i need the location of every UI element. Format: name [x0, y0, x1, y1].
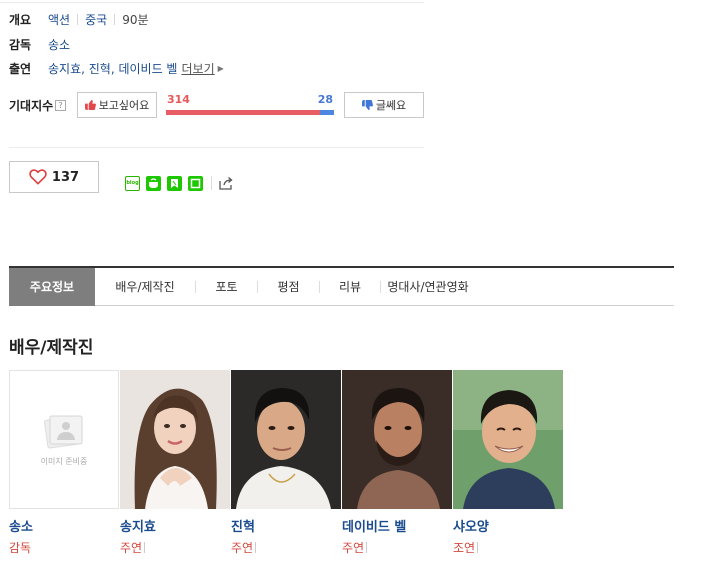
separator: [114, 13, 116, 25]
tab-main-info[interactable]: 주요정보: [9, 267, 95, 306]
thumbs-down-icon: [361, 100, 373, 110]
role-separator: [366, 542, 368, 553]
person-role: 주연: [342, 539, 453, 556]
cafe-share-icon[interactable]: [146, 175, 161, 191]
people-list: 이미지 준비중 송소 감독 송지효 주연 진혁 주연 데이비드 벨 주연 샤오양…: [9, 370, 564, 556]
person-role: 감독: [9, 539, 120, 556]
thumbs-up-icon: [84, 100, 96, 110]
section-divider: [9, 147, 424, 148]
want-bar-fill: [166, 110, 321, 115]
person-role-label: 감독: [9, 541, 32, 555]
person-name[interactable]: 샤오양: [453, 516, 564, 535]
section-title: 배우/제작진: [9, 338, 94, 358]
director-row: 감독 송소: [9, 35, 70, 53]
person-photo[interactable]: [231, 370, 341, 509]
portrait-image: [231, 370, 341, 509]
tab-rating[interactable]: 평점: [258, 268, 319, 306]
person-role-label: 주연: [342, 541, 365, 555]
person-name[interactable]: 송소: [9, 516, 120, 535]
person-role: 주연: [120, 539, 231, 556]
portrait-image: [453, 370, 563, 509]
person-role-label: 주연: [231, 541, 254, 555]
runtime-text: 90분: [122, 12, 149, 27]
image-placeholder-icon: [43, 415, 83, 449]
role-separator: [477, 542, 479, 553]
person-photo[interactable]: [120, 370, 230, 509]
bookmark-share-icon[interactable]: [167, 175, 182, 191]
chevron-right-icon: ▶: [217, 63, 224, 73]
person-card: 송지효 주연: [120, 370, 231, 556]
person-name[interactable]: 데이비드 벨: [342, 516, 453, 535]
top-divider: [0, 2, 424, 3]
person-photo[interactable]: [453, 370, 563, 509]
genre-link[interactable]: 액션: [48, 11, 70, 28]
expectation-label: 기대지수: [9, 98, 54, 113]
role-separator: [144, 542, 146, 553]
movie-tabs: 주요정보 배우/제작진 포토 평점 리뷰 명대사/연관영화: [9, 266, 674, 306]
person-card: 샤오양 조연: [453, 370, 564, 556]
overview-label: 개요: [9, 12, 32, 27]
separator: [77, 13, 79, 25]
person-name[interactable]: 송지효: [120, 516, 231, 535]
country-link[interactable]: 중국: [85, 11, 107, 28]
person-photo[interactable]: [342, 370, 452, 509]
person-role: 주연: [231, 539, 342, 556]
placeholder-text: 이미지 준비중: [40, 457, 88, 466]
cast-links[interactable]: 송지효, 진혁, 데이비드 벨: [48, 60, 177, 77]
person-role: 조연: [453, 539, 564, 556]
doubt-label: 글쎄요: [375, 99, 407, 112]
person-card: 이미지 준비중 송소 감독: [9, 370, 120, 556]
share-separator: [211, 176, 212, 190]
expectation-label-group: 기대지수 ?: [9, 92, 67, 118]
person-role-label: 조연: [453, 541, 476, 555]
tab-photo[interactable]: 포토: [196, 268, 257, 306]
director-label: 감독: [9, 37, 32, 52]
like-count: 137: [51, 169, 80, 185]
help-icon[interactable]: ?: [55, 99, 67, 111]
overview-row: 개요 액션 중국 90분: [9, 10, 149, 28]
doubt-button[interactable]: 글쎄요: [344, 92, 424, 118]
portrait-image: [342, 370, 452, 509]
director-link[interactable]: 송소: [48, 36, 70, 53]
blog-share-icon[interactable]: blog: [125, 175, 140, 191]
doubt-count: 28: [317, 93, 333, 106]
tab-cast-crew[interactable]: 배우/제작진: [95, 268, 195, 306]
want-to-see-label: 보고싶어요: [98, 99, 150, 112]
tab-quotes-related[interactable]: 명대사/연관영화: [381, 268, 475, 306]
cast-row: 출연 송지효, 진혁, 데이비드 벨 더보기 ▶: [9, 59, 224, 77]
cast-label: 출연: [9, 61, 32, 76]
expectation-bar: 314 28: [166, 93, 334, 117]
share-icon[interactable]: [218, 175, 234, 191]
memo-share-icon[interactable]: [188, 175, 203, 191]
expectation-bar-track: [166, 110, 334, 115]
more-link[interactable]: 더보기: [181, 60, 214, 77]
heart-icon: [29, 169, 47, 185]
person-card: 진혁 주연: [231, 370, 342, 556]
person-role-label: 주연: [120, 541, 143, 555]
want-to-see-button[interactable]: 보고싶어요: [77, 92, 157, 118]
person-photo-placeholder[interactable]: 이미지 준비중: [9, 370, 119, 509]
share-icons: blog: [125, 175, 234, 191]
role-separator: [255, 542, 257, 553]
tab-review[interactable]: 리뷰: [320, 268, 380, 306]
want-count: 314: [167, 93, 190, 106]
like-button[interactable]: 137: [9, 161, 99, 193]
person-name[interactable]: 진혁: [231, 516, 342, 535]
person-card: 데이비드 벨 주연: [342, 370, 453, 556]
portrait-image: [120, 370, 230, 509]
